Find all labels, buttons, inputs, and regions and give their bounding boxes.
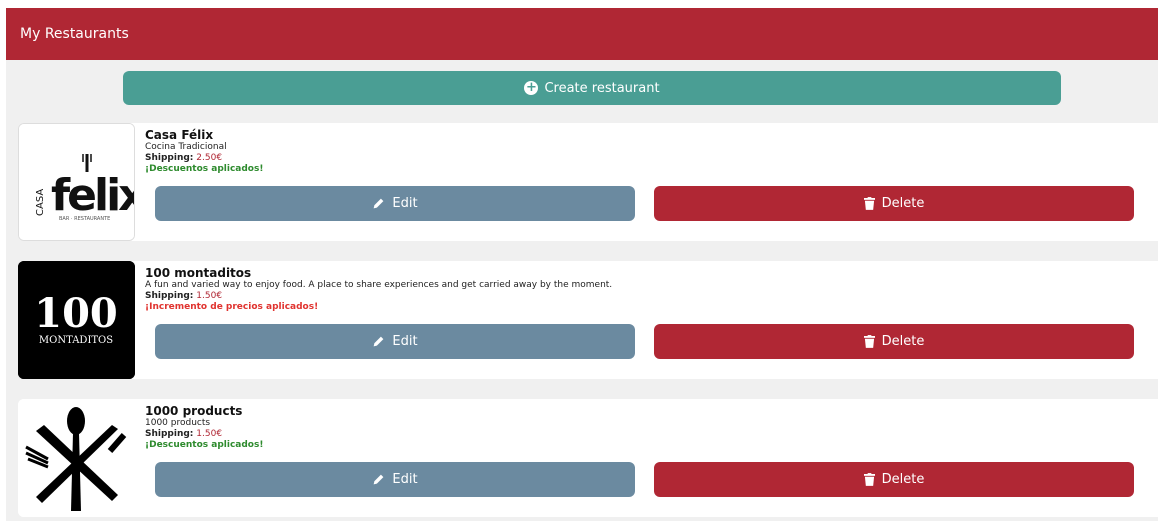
delete-button[interactable]: Delete: [654, 186, 1134, 221]
logo-main-text: felix: [51, 170, 135, 221]
shipping-value: 1.50€: [196, 291, 223, 301]
edit-label: Edit: [392, 472, 418, 487]
restaurant-description: Cocina Tradicional: [145, 142, 227, 152]
app-header: My Restaurants: [6, 8, 1158, 60]
delete-label: Delete: [881, 472, 925, 487]
restaurant-card: 1000 products 1000 products Shipping: 1.…: [18, 399, 1158, 517]
promo-text: ¡Incremento de precios aplicados!: [145, 302, 319, 312]
delete-label: Delete: [881, 196, 925, 211]
delete-button[interactable]: Delete: [654, 462, 1134, 497]
promo-text: ¡Descuentos aplicados!: [145, 164, 264, 174]
restaurant-name: Casa Félix: [145, 128, 214, 142]
shipping-value: 1.50€: [196, 429, 223, 439]
pencil-icon: [374, 474, 384, 485]
shipping-info: Shipping: 2.50€: [145, 153, 1158, 164]
promo-text: ¡Descuentos aplicados!: [145, 440, 264, 450]
restaurant-card: 100 MONTADITOS 100 montaditos A fun and …: [18, 261, 1158, 379]
shipping-value: 2.50€: [196, 153, 223, 163]
restaurant-name: 100 montaditos: [145, 266, 252, 280]
edit-button[interactable]: Edit: [155, 462, 635, 497]
delete-button[interactable]: Delete: [654, 324, 1134, 359]
shipping-label: Shipping:: [145, 291, 194, 301]
shipping-label: Shipping:: [145, 153, 194, 163]
create-restaurant-button[interactable]: + Create restaurant: [123, 71, 1061, 105]
plus-circle-icon: +: [524, 80, 539, 95]
logo-vertical-text: CASA: [35, 189, 46, 216]
edit-label: Edit: [392, 334, 418, 349]
logo-main-text: 100: [34, 290, 118, 337]
edit-button[interactable]: Edit: [155, 186, 635, 221]
logo-sub-text: MONTADITOS: [39, 335, 113, 346]
page-title: My Restaurants: [20, 26, 129, 42]
restaurant-logo-casa-felix: CASA felix BAR · RESTAURANTE: [18, 123, 135, 241]
restaurant-card: CASA felix BAR · RESTAURANTE Casa Félix …: [18, 123, 1158, 241]
shipping-info: Shipping: 1.50€: [145, 291, 1158, 302]
restaurant-logo-1000-products: [18, 399, 135, 517]
restaurant-list-area: + Create restaurant CASA felix BAR · RES…: [6, 60, 1158, 521]
pencil-icon: [374, 198, 384, 209]
trash-icon: [863, 197, 875, 210]
trash-icon: [863, 335, 875, 348]
restaurant-description: A fun and varied way to enjoy food. A pl…: [145, 280, 613, 290]
trash-icon: [863, 473, 875, 486]
logo-sub-text: BAR · RESTAURANTE: [59, 216, 110, 222]
restaurant-description: 1000 products: [145, 418, 211, 428]
create-restaurant-label: Create restaurant: [544, 80, 660, 96]
edit-label: Edit: [392, 196, 418, 211]
cutlery-cross-icon: [18, 399, 135, 517]
edit-button[interactable]: Edit: [155, 324, 635, 359]
pencil-icon: [374, 336, 384, 347]
shipping-label: Shipping:: [145, 429, 194, 439]
restaurant-name: 1000 products: [145, 404, 243, 418]
shipping-info: Shipping: 1.50€: [145, 429, 1158, 440]
delete-label: Delete: [881, 334, 925, 349]
restaurant-logo-100-montaditos: 100 MONTADITOS: [18, 261, 135, 379]
